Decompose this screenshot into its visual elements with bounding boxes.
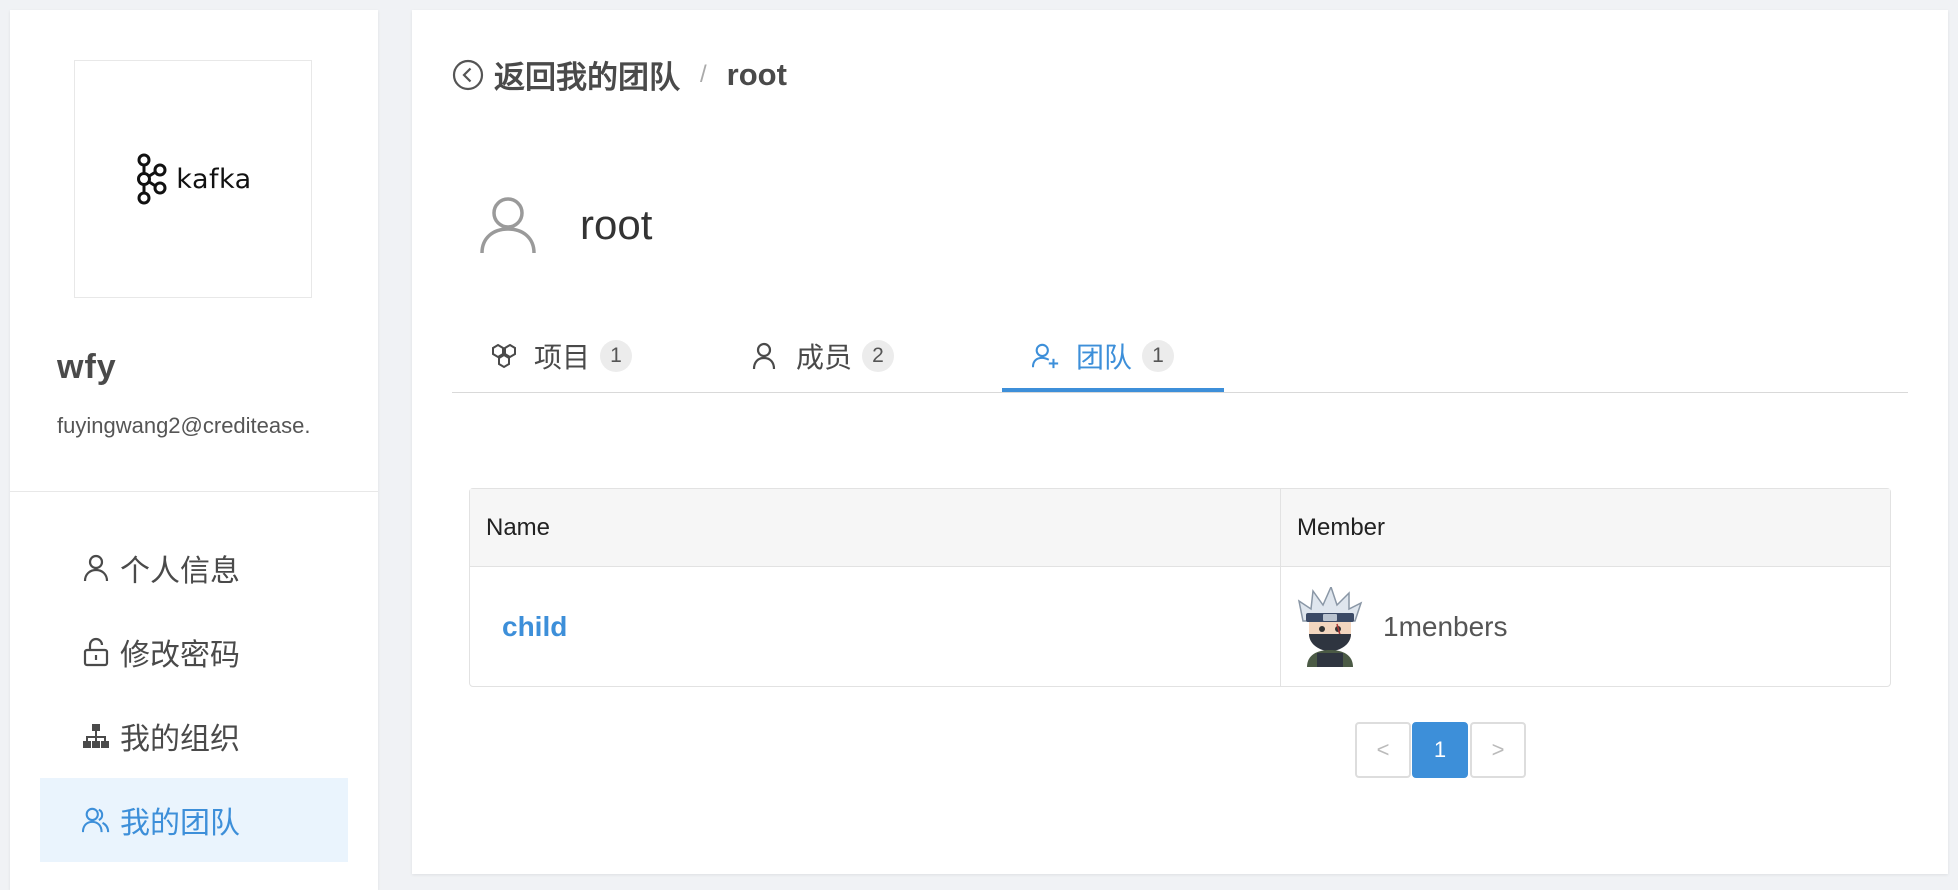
back-to-my-teams-link[interactable]: 返回我的团队	[494, 52, 680, 97]
tab-label: 项目	[534, 342, 591, 373]
tab-label: 团队	[1076, 342, 1133, 373]
table-header: Name Member	[470, 489, 1890, 567]
member-icon	[752, 342, 780, 370]
breadcrumb: 返回我的团队 / root	[452, 52, 787, 97]
pagination-page-1[interactable]: 1	[1412, 722, 1468, 778]
lock-icon	[82, 637, 110, 667]
team-add-icon	[1032, 342, 1060, 370]
nav-label: 修改密码	[120, 639, 240, 672]
logo-text: kafka	[176, 163, 252, 195]
tab-projects[interactable]: 项目 1	[490, 320, 633, 392]
nav-label: 我的组织	[120, 723, 240, 756]
sidebar-divider	[10, 491, 378, 492]
nav-item-change-password[interactable]: 修改密码	[40, 610, 348, 694]
tab-count-badge: 1	[1142, 340, 1175, 372]
tab-teams[interactable]: 团队 1	[1032, 320, 1175, 392]
member-cell: 1menbers	[1281, 567, 1890, 686]
project-icon	[490, 342, 518, 370]
teams-table: Name Member child 1menbers	[469, 488, 1891, 687]
active-tab-indicator	[1002, 388, 1224, 392]
member-count: 1menbers	[1383, 610, 1508, 642]
tab-members[interactable]: 成员 2	[752, 320, 895, 392]
tab-count-badge: 2	[862, 340, 895, 372]
back-circle-icon[interactable]	[452, 59, 484, 91]
breadcrumb-current: root	[726, 56, 787, 92]
nav-label: 个人信息	[120, 555, 240, 588]
tab-count-badge: 1	[600, 340, 633, 372]
member-avatar	[1297, 586, 1363, 667]
org-chart-icon	[82, 722, 110, 750]
pagination-next-button[interactable]: >	[1470, 722, 1526, 778]
nav-item-my-team[interactable]: 我的团队	[40, 778, 348, 862]
team-name-link[interactable]: child	[502, 611, 567, 643]
sidebar: kafka wfy fuyingwang2@creditease. 个人信息 修…	[10, 10, 378, 890]
team-icon	[82, 806, 110, 834]
main-panel: 返回我的团队 / root root 项目 1 成员 2 团队 1 Name M…	[412, 10, 1948, 874]
user-icon	[82, 554, 110, 582]
user-email: fuyingwang2@creditease.	[57, 413, 311, 438]
nav-item-profile[interactable]: 个人信息	[40, 526, 348, 610]
tab-bar: 项目 1 成员 2 团队 1	[452, 320, 1908, 393]
column-header-member: Member	[1297, 513, 1386, 541]
user-name: wfy	[57, 348, 117, 386]
pagination-prev-button[interactable]: <	[1355, 722, 1411, 778]
team-header: root	[478, 195, 652, 255]
breadcrumb-separator: /	[700, 60, 707, 88]
name-cell: child	[470, 567, 1281, 686]
tab-label: 成员	[796, 342, 853, 373]
nav-item-my-org[interactable]: 我的组织	[40, 694, 348, 778]
table-row: child 1menbers	[470, 567, 1890, 686]
team-avatar-icon	[480, 197, 536, 254]
logo: kafka	[74, 60, 312, 298]
column-header-name: Name	[470, 489, 1281, 566]
kafka-logo-icon	[137, 153, 167, 205]
nav-label: 我的团队	[120, 807, 240, 840]
team-title: root	[580, 201, 653, 248]
